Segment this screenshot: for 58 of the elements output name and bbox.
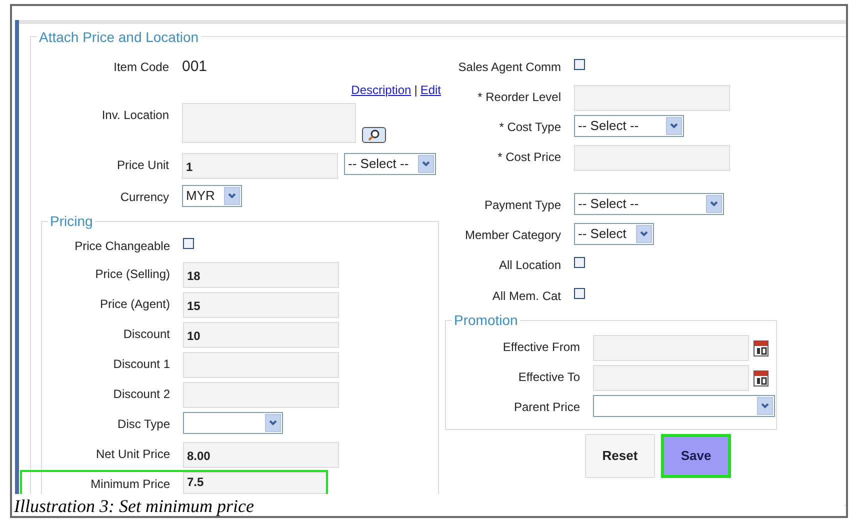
field-label: Discount [122,326,170,343]
field-label: * Reorder Level [476,89,561,106]
input-field[interactable] [593,335,749,361]
field-label: * Cost Price [496,149,561,166]
input-field[interactable] [574,85,730,111]
input-field[interactable] [574,145,730,171]
field-label: Payment Type [484,197,561,214]
search-icon[interactable] [362,127,386,143]
input-field[interactable] [183,352,339,378]
field-label: Minimum Price [90,476,170,493]
edit-link[interactable]: Edit [420,81,441,99]
item-code-value: 001 [182,57,208,77]
select-field[interactable]: MYR [182,185,242,207]
select-field[interactable]: -- Select -- [574,193,724,215]
field-label: All Location [498,257,561,274]
field-label: Sales Agent Comm [457,59,561,76]
field-label: Effective From [502,339,580,356]
form-button[interactable]: Reset [585,434,655,478]
field-label: Member Category [464,227,561,244]
select-field[interactable]: -- Select [574,223,654,245]
select-field[interactable] [183,412,283,434]
field-label: Parent Price [512,399,580,416]
field-label: All Mem. Cat [491,288,561,305]
figure-caption: Illustration 3: Set minimum price [14,494,844,516]
checkbox[interactable] [574,59,585,70]
select-field[interactable]: -- Select -- [344,153,436,175]
field-label: Net Unit Price [94,446,170,463]
input-field[interactable]: 1 [182,153,338,179]
input-field[interactable] [183,382,339,408]
checkbox[interactable] [183,238,194,249]
field-label: Disc Type [116,416,170,433]
field-label: Discount 1 [112,356,170,373]
input-field[interactable]: 10 [183,322,339,348]
field-label: Currency [119,189,169,206]
field-label: * Cost Type [498,119,561,136]
description-link[interactable]: Description [351,81,412,99]
calendar-icon[interactable] [753,339,769,357]
field-label: Inv. Location [100,107,169,124]
textarea-field[interactable] [182,103,356,143]
checkbox[interactable] [574,288,585,299]
field-label: Price Changeable [74,238,170,255]
checkbox[interactable] [574,257,585,268]
field-label: Price (Agent) [98,296,170,313]
field-label: Effective To [517,369,580,386]
input-field[interactable]: 8.00 [183,442,339,468]
field-label: Discount 2 [112,386,170,403]
select-field[interactable] [593,395,775,417]
select-field[interactable]: -- Select -- [574,115,684,137]
field-label: Price (Selling) [94,266,170,283]
form-button[interactable]: Save [661,434,731,478]
link-separator: | [414,82,418,99]
input-field[interactable]: 18 [183,262,339,288]
input-field[interactable]: 15 [183,292,339,318]
calendar-icon[interactable] [753,369,769,387]
field-label: Item Code [112,59,169,76]
input-field[interactable]: 7.5 [183,472,328,494]
field-label: Price Unit [116,157,169,174]
input-field[interactable] [593,365,749,391]
